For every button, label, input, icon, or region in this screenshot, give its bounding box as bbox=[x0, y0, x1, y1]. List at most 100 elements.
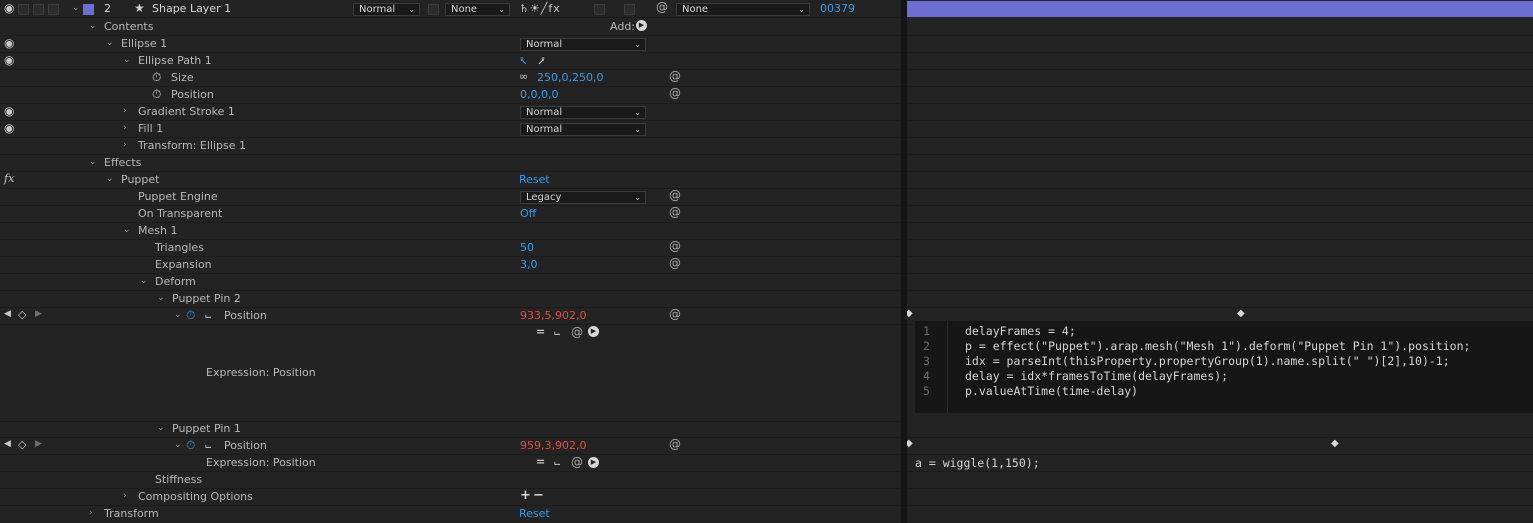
add-button[interactable]: ▶ bbox=[636, 20, 647, 31]
gradient-stroke-mode-dropdown[interactable]: Normal ⌄ bbox=[520, 106, 646, 119]
expression-spiral-icon[interactable]: @ bbox=[669, 307, 681, 321]
stopwatch-icon[interactable]: ⏱ bbox=[186, 438, 195, 453]
graph-icon[interactable]: ⨽ bbox=[554, 325, 560, 339]
pin2-expression-editor[interactable]: 1 delayFrames = 4; 2 p = effect("Puppet"… bbox=[915, 321, 1533, 413]
fill1-row[interactable]: ◉ › Fill 1 Normal ⌄ bbox=[0, 121, 901, 138]
expression-spiral-icon[interactable]: @ bbox=[571, 325, 583, 339]
mesh1-row[interactable]: ⌄ Mesh 1 bbox=[0, 223, 901, 240]
layer-mode-dropdown[interactable]: Normal ⌄ bbox=[353, 3, 420, 16]
pin1-position-value[interactable]: 959,3,902,0 bbox=[520, 439, 586, 452]
keyframe-icon[interactable]: ◆ bbox=[1331, 438, 1339, 449]
ellipse1-mode-dropdown[interactable]: Normal ⌄ bbox=[520, 38, 646, 51]
eye-icon[interactable]: ◉ bbox=[4, 1, 14, 15]
size-value[interactable]: 250,0,250,0 bbox=[537, 71, 603, 84]
chevron-right-icon[interactable]: › bbox=[123, 140, 127, 150]
audio-toggle[interactable] bbox=[18, 4, 29, 15]
label-color-swatch[interactable] bbox=[83, 4, 94, 15]
pin1-expression-row[interactable]: a = wiggle(1,150); bbox=[907, 455, 1533, 472]
ellipse-path-row[interactable]: ◉ ⌄ Ellipse Path 1 ⭶ ⭷ bbox=[0, 53, 901, 70]
expression-spiral-icon[interactable]: @ bbox=[669, 437, 681, 451]
track-matte-dropdown[interactable]: None ⌄ bbox=[445, 3, 510, 16]
puppet-pin1-row[interactable]: ⌄ Puppet Pin 1 bbox=[0, 421, 901, 438]
eye-icon[interactable]: ◉ bbox=[4, 121, 14, 135]
triangles-value[interactable]: 50 bbox=[520, 241, 534, 254]
stiffness-row[interactable]: Stiffness bbox=[0, 472, 901, 489]
chevron-right-icon[interactable]: › bbox=[123, 106, 127, 116]
layer-row[interactable]: ◉ ⌄ 2 ★ Shape Layer 1 Normal ⌄ None ⌄ ♄☀╱f… bbox=[0, 0, 901, 18]
transform-ellipse-row[interactable]: › Transform: Ellipse 1 bbox=[0, 138, 901, 155]
chevron-down-icon[interactable]: ⌄ bbox=[123, 55, 131, 65]
code-line[interactable]: delayFrames = 4; bbox=[965, 324, 1076, 338]
on-transparent-value[interactable]: Off bbox=[520, 207, 536, 220]
expansion-row[interactable]: Expansion 3,0 @ bbox=[0, 256, 901, 274]
chevron-right-icon[interactable]: › bbox=[123, 123, 127, 133]
stopwatch-icon[interactable]: ⏱ bbox=[186, 308, 195, 323]
prev-keyframe-icon[interactable]: ◀ bbox=[4, 309, 11, 319]
effects-row[interactable]: ⌄ Effects bbox=[0, 155, 901, 172]
expression-spiral-icon[interactable]: @ bbox=[669, 86, 681, 100]
expression-spiral-icon[interactable]: @ bbox=[669, 256, 681, 270]
position-value[interactable]: 0,0,0,0 bbox=[520, 88, 558, 101]
puppet-engine-row[interactable]: Puppet Engine Legacy ⌄ @ bbox=[0, 188, 901, 206]
expression-language-menu-button[interactable]: ▶ bbox=[588, 457, 599, 468]
chevron-down-icon[interactable]: ⌄ bbox=[157, 423, 165, 433]
code-line[interactable]: idx = parseInt(thisProperty.propertyGrou… bbox=[965, 354, 1450, 368]
pin1-expression-code[interactable]: a = wiggle(1,150); bbox=[915, 456, 1040, 470]
on-transparent-row[interactable]: On Transparent Off @ bbox=[0, 205, 901, 223]
position-row[interactable]: ⏱ Position 0,0,0,0 @ bbox=[0, 86, 901, 104]
keyframe-icon[interactable]: ◆ bbox=[907, 308, 913, 319]
expression-language-menu-button[interactable]: ▶ bbox=[588, 326, 599, 337]
transform-row[interactable]: › Transform Reset bbox=[0, 506, 901, 523]
next-keyframe-icon[interactable]: ▶ bbox=[35, 439, 42, 449]
switch-box-1[interactable] bbox=[594, 4, 605, 15]
expression-spiral-icon[interactable]: @ bbox=[669, 188, 681, 202]
keyframe-icon[interactable]: ◆ bbox=[907, 438, 913, 449]
layer-duration-bar[interactable] bbox=[907, 1, 1533, 17]
pin2-position-row[interactable]: ◀ ◇ ▶ ⌄ ⏱ ⨽ Position 933,5,902,0 @ bbox=[0, 307, 901, 325]
chevron-down-icon[interactable]: ⌄ bbox=[174, 310, 182, 320]
parent-pickwhip-icon[interactable]: @ bbox=[656, 0, 668, 14]
expression-spiral-icon[interactable]: @ bbox=[669, 69, 681, 83]
switch-box-2[interactable] bbox=[624, 4, 635, 15]
layer-switches[interactable]: ♄☀╱fx bbox=[519, 2, 561, 15]
stopwatch-icon[interactable]: ⏱ bbox=[152, 70, 161, 85]
ellipse1-row[interactable]: ◉ ⌄ Ellipse 1 Normal ⌄ bbox=[0, 36, 901, 53]
stretch-value[interactable]: 00379 bbox=[820, 2, 855, 15]
keyframe-icon[interactable]: ◇ bbox=[18, 308, 26, 321]
link-icon[interactable]: ∞ bbox=[519, 70, 528, 83]
chevron-down-icon[interactable]: ⌄ bbox=[157, 293, 165, 303]
chevron-down-icon[interactable]: ⌄ bbox=[106, 174, 114, 184]
puppet-reset-link[interactable]: Reset bbox=[519, 173, 550, 186]
preserve-transparency-toggle[interactable] bbox=[428, 4, 439, 15]
add-mask-button[interactable]: + bbox=[520, 488, 531, 503]
chevron-down-icon[interactable]: ⌄ bbox=[140, 276, 148, 286]
keyframe-icon[interactable]: ◆ bbox=[1237, 308, 1245, 319]
lock-toggle[interactable] bbox=[48, 4, 59, 15]
expansion-value[interactable]: 3,0 bbox=[520, 258, 538, 271]
next-keyframe-icon[interactable]: ▶ bbox=[35, 309, 42, 319]
expression-spiral-icon[interactable]: @ bbox=[669, 205, 681, 219]
keyframe-icon[interactable]: ◇ bbox=[18, 438, 26, 451]
compositing-options-row[interactable]: › Compositing Options + − bbox=[0, 488, 901, 506]
pin1-position-row[interactable]: ◀ ◇ ▶ ⌄ ⏱ ⨽ Position 959,3,902,0 @ bbox=[0, 437, 901, 455]
chevron-down-icon[interactable]: ⌄ bbox=[72, 3, 80, 13]
graph-icon[interactable]: ⨽ bbox=[205, 438, 211, 452]
expression-spiral-icon[interactable]: @ bbox=[571, 455, 583, 469]
code-line[interactable]: delay = idx*framesToTime(delayFrames); bbox=[965, 369, 1228, 383]
expression-spiral-icon[interactable]: @ bbox=[669, 239, 681, 253]
chevron-down-icon[interactable]: ⌄ bbox=[106, 38, 114, 48]
pin1-keyframe-row[interactable]: ◆ ◆ bbox=[907, 438, 1533, 455]
puppet-pin2-row[interactable]: ⌄ Puppet Pin 2 bbox=[0, 291, 901, 308]
size-row[interactable]: ⏱ Size ∞ 250,0,250,0 @ bbox=[0, 69, 901, 87]
prev-keyframe-icon[interactable]: ◀ bbox=[4, 439, 11, 449]
eye-icon[interactable]: ◉ bbox=[4, 36, 14, 50]
puppet-engine-dropdown[interactable]: Legacy ⌄ bbox=[520, 191, 646, 204]
contents-row[interactable]: ⌄ Contents Add: ▶ bbox=[0, 19, 901, 36]
graph-icon[interactable]: ⨽ bbox=[205, 308, 211, 322]
parent-dropdown[interactable]: None ⌄ bbox=[676, 3, 810, 16]
remove-mask-button[interactable]: − bbox=[533, 488, 544, 503]
triangles-row[interactable]: Triangles 50 @ bbox=[0, 239, 901, 257]
deform-row[interactable]: ⌄ Deform bbox=[0, 274, 901, 291]
pin2-position-value[interactable]: 933,5,902,0 bbox=[520, 309, 586, 322]
puppet-row[interactable]: fx ⌄ Puppet Reset bbox=[0, 172, 901, 189]
